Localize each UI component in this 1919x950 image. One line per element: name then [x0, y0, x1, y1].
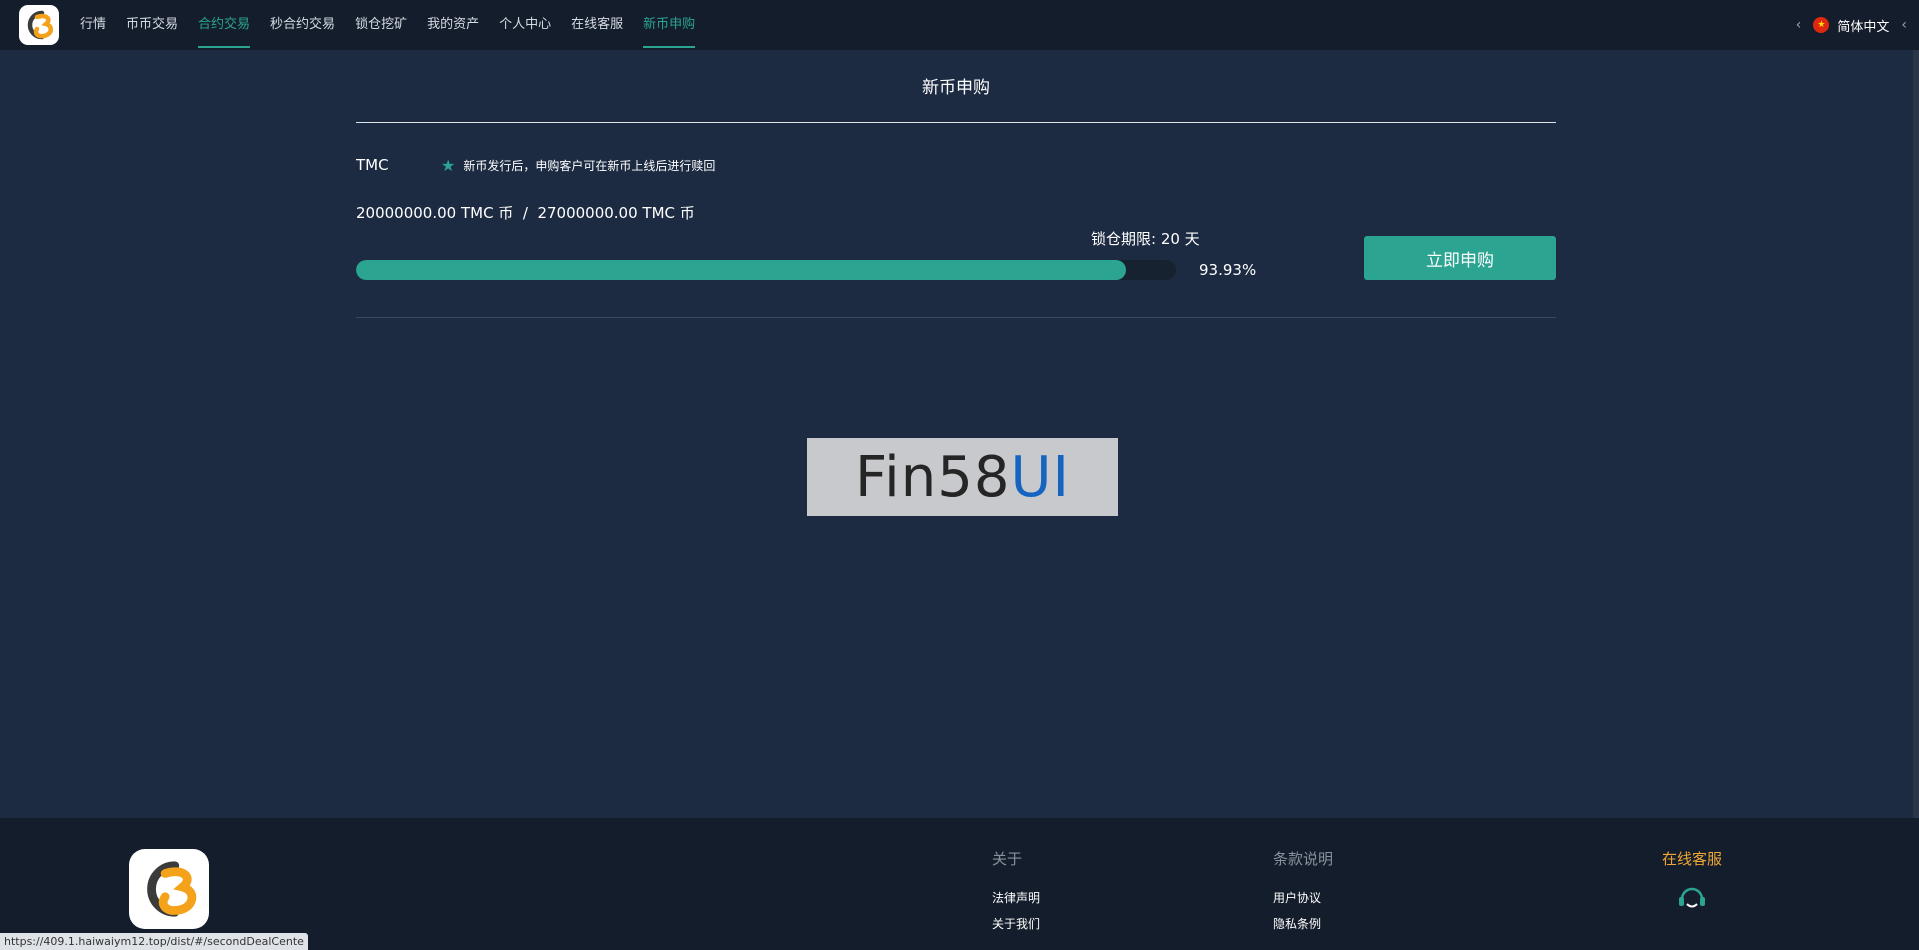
subscription-panel: 新币申购 TMC ★ 新币发行后，申购客户可在新币上线后进行赎回 2000000… [356, 50, 1556, 318]
subscription-amount: 20000000.00 TMC 币 / 27000000.00 TMC 币 [356, 204, 695, 222]
footer-link-user-agreement[interactable]: 用户协议 [1273, 885, 1333, 911]
nav-item-contract-trading[interactable]: 合约交易 [198, 0, 251, 50]
nav-item-lock-mining[interactable]: 锁仓挖矿 [355, 0, 407, 50]
nav-item-spot-trading[interactable]: 币币交易 [126, 0, 178, 50]
nav-item-market[interactable]: 行情 [80, 0, 106, 50]
lock-period: 锁仓期限: 20 天 [1091, 230, 1200, 248]
subscription-progress-bar [356, 260, 1176, 280]
footer-link-privacy[interactable]: 隐私条例 [1273, 911, 1333, 937]
nav-item-new-coin-subscription[interactable]: 新币申购 [643, 0, 696, 50]
nav-item-my-assets[interactable]: 我的资产 [427, 0, 479, 50]
topbar-right: ‹ ★ 简体中文 ‹ [1784, 0, 1919, 50]
footer-terms-heading: 条款说明 [1273, 850, 1334, 868]
brand-logo-icon [27, 10, 54, 40]
nav-item-personal-center[interactable]: 个人中心 [499, 0, 551, 50]
chevron-left-icon[interactable]: ‹ [1796, 17, 1802, 33]
watermark-logo: Fin58 UI [807, 438, 1118, 516]
footer-about-heading: 关于 [992, 850, 1023, 868]
language-selector[interactable]: 简体中文 [1837, 16, 1889, 35]
subscription-notice: 新币发行后，申购客户可在新币上线后进行赎回 [463, 158, 716, 173]
support-label[interactable]: 在线客服 [1662, 848, 1722, 869]
brand-logo-icon [147, 861, 197, 917]
headset-icon[interactable] [1662, 883, 1722, 913]
footer-online-support[interactable]: 在线客服 [1662, 848, 1722, 913]
nav-item-second-contract[interactable]: 秒合约交易 [270, 0, 335, 50]
footer-link-legal[interactable]: 法律声明 [992, 885, 1040, 911]
nav-item-online-support[interactable]: 在线客服 [571, 0, 623, 50]
top-nav-bar: 行情 币币交易 合约交易 秒合约交易 锁仓挖矿 我的资产 个人中心 在线客服 新… [0, 0, 1919, 50]
footer-about-column: 关于 法律声明 关于我们 [992, 848, 1040, 937]
footer-terms-column: 条款说明 用户协议 隐私条例 [1273, 848, 1333, 937]
main-nav: 行情 币币交易 合约交易 秒合约交易 锁仓挖矿 我的资产 个人中心 在线客服 新… [70, 0, 705, 50]
section-divider [356, 317, 1556, 318]
scrollbar[interactable] [1913, 50, 1919, 840]
coin-row: TMC ★ 新币发行后，申购客户可在新币上线后进行赎回 [356, 155, 715, 175]
chevron-left-icon[interactable]: ‹ [1901, 17, 1907, 33]
page-title: 新币申购 [922, 78, 990, 98]
progress-percent: 93.93% [1199, 261, 1257, 279]
coin-name: TMC [356, 156, 389, 174]
brand-logo[interactable] [19, 5, 59, 45]
watermark-text-a: Fin58 [855, 444, 1011, 510]
watermark-text-b: UI [1010, 444, 1070, 510]
status-bar-url: https://409.1.haiwaiym12.top/dist/#/seco… [0, 933, 308, 950]
footer-brand-logo [129, 849, 209, 929]
subscribe-now-button[interactable]: 立即申购 [1364, 236, 1556, 280]
china-flag-icon: ★ [1813, 17, 1830, 33]
progress-fill [356, 260, 1127, 280]
footer: 关于 法律声明 关于我们 条款说明 用户协议 隐私条例 在线客服 [0, 818, 1919, 950]
title-divider [356, 122, 1556, 123]
star-icon: ★ [441, 155, 456, 175]
footer-link-about-us[interactable]: 关于我们 [992, 911, 1040, 937]
